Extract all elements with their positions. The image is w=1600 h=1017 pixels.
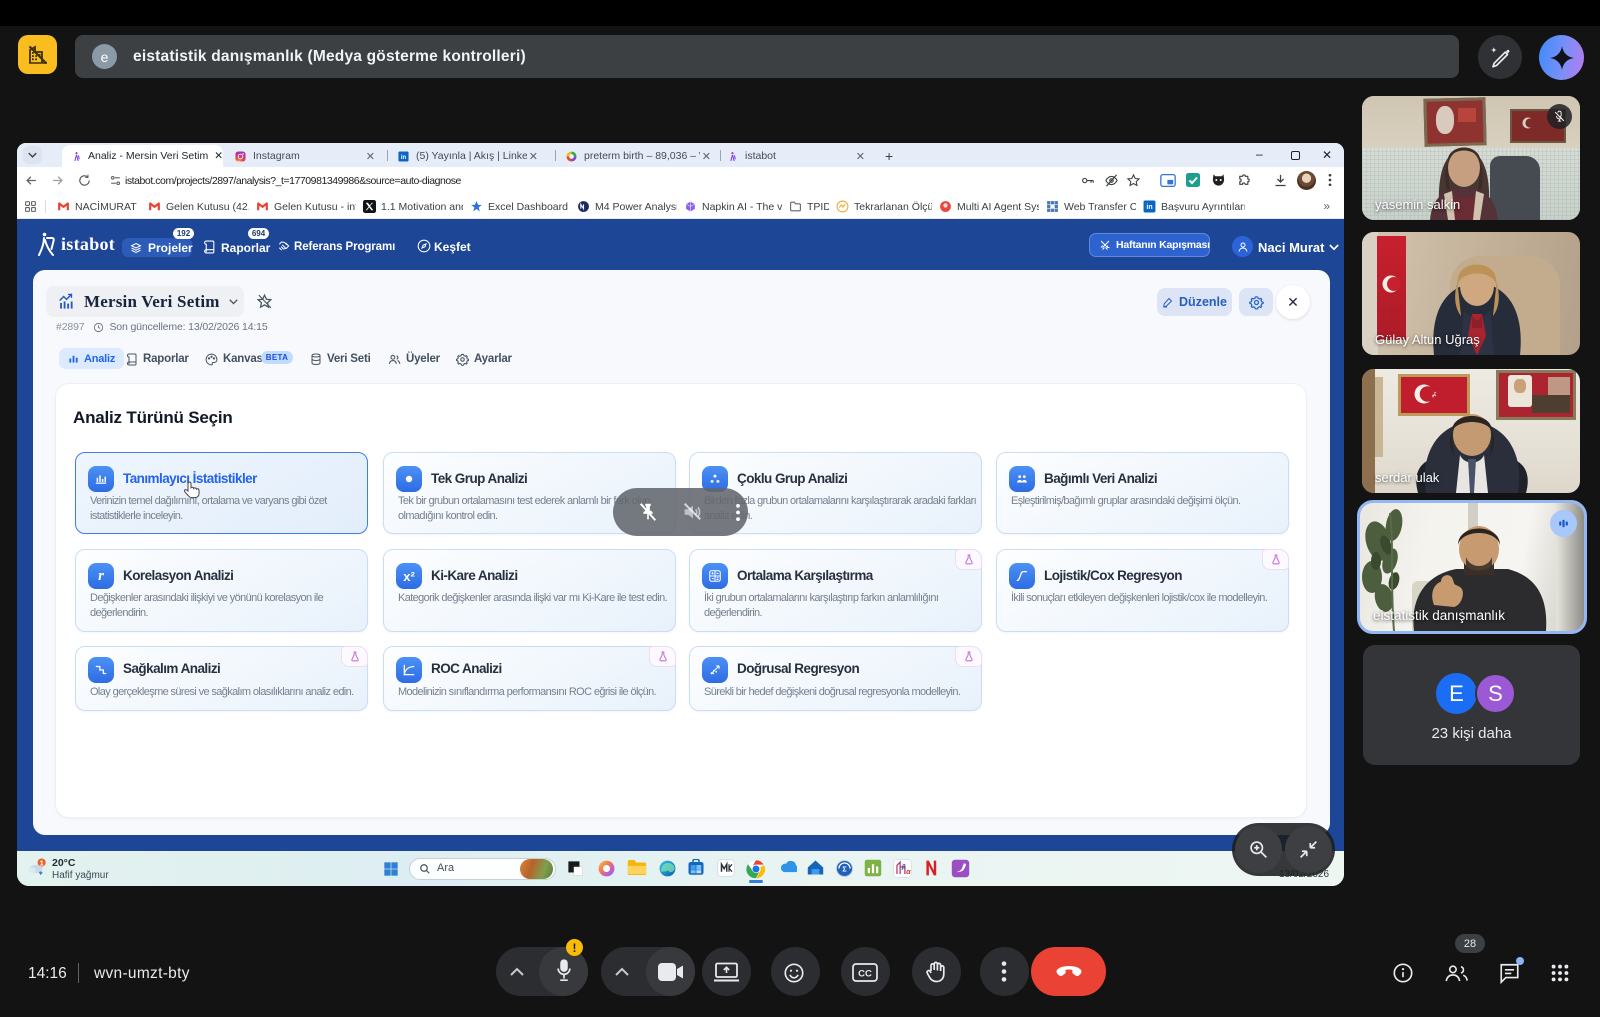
svg-text:Σ: Σ bbox=[842, 866, 847, 874]
svg-text:α: α bbox=[906, 868, 911, 876]
svg-text:in: in bbox=[1146, 204, 1152, 211]
svg-text:CC: CC bbox=[858, 969, 872, 980]
svg-text:in: in bbox=[401, 154, 407, 160]
svg-text:β: β bbox=[901, 864, 906, 871]
